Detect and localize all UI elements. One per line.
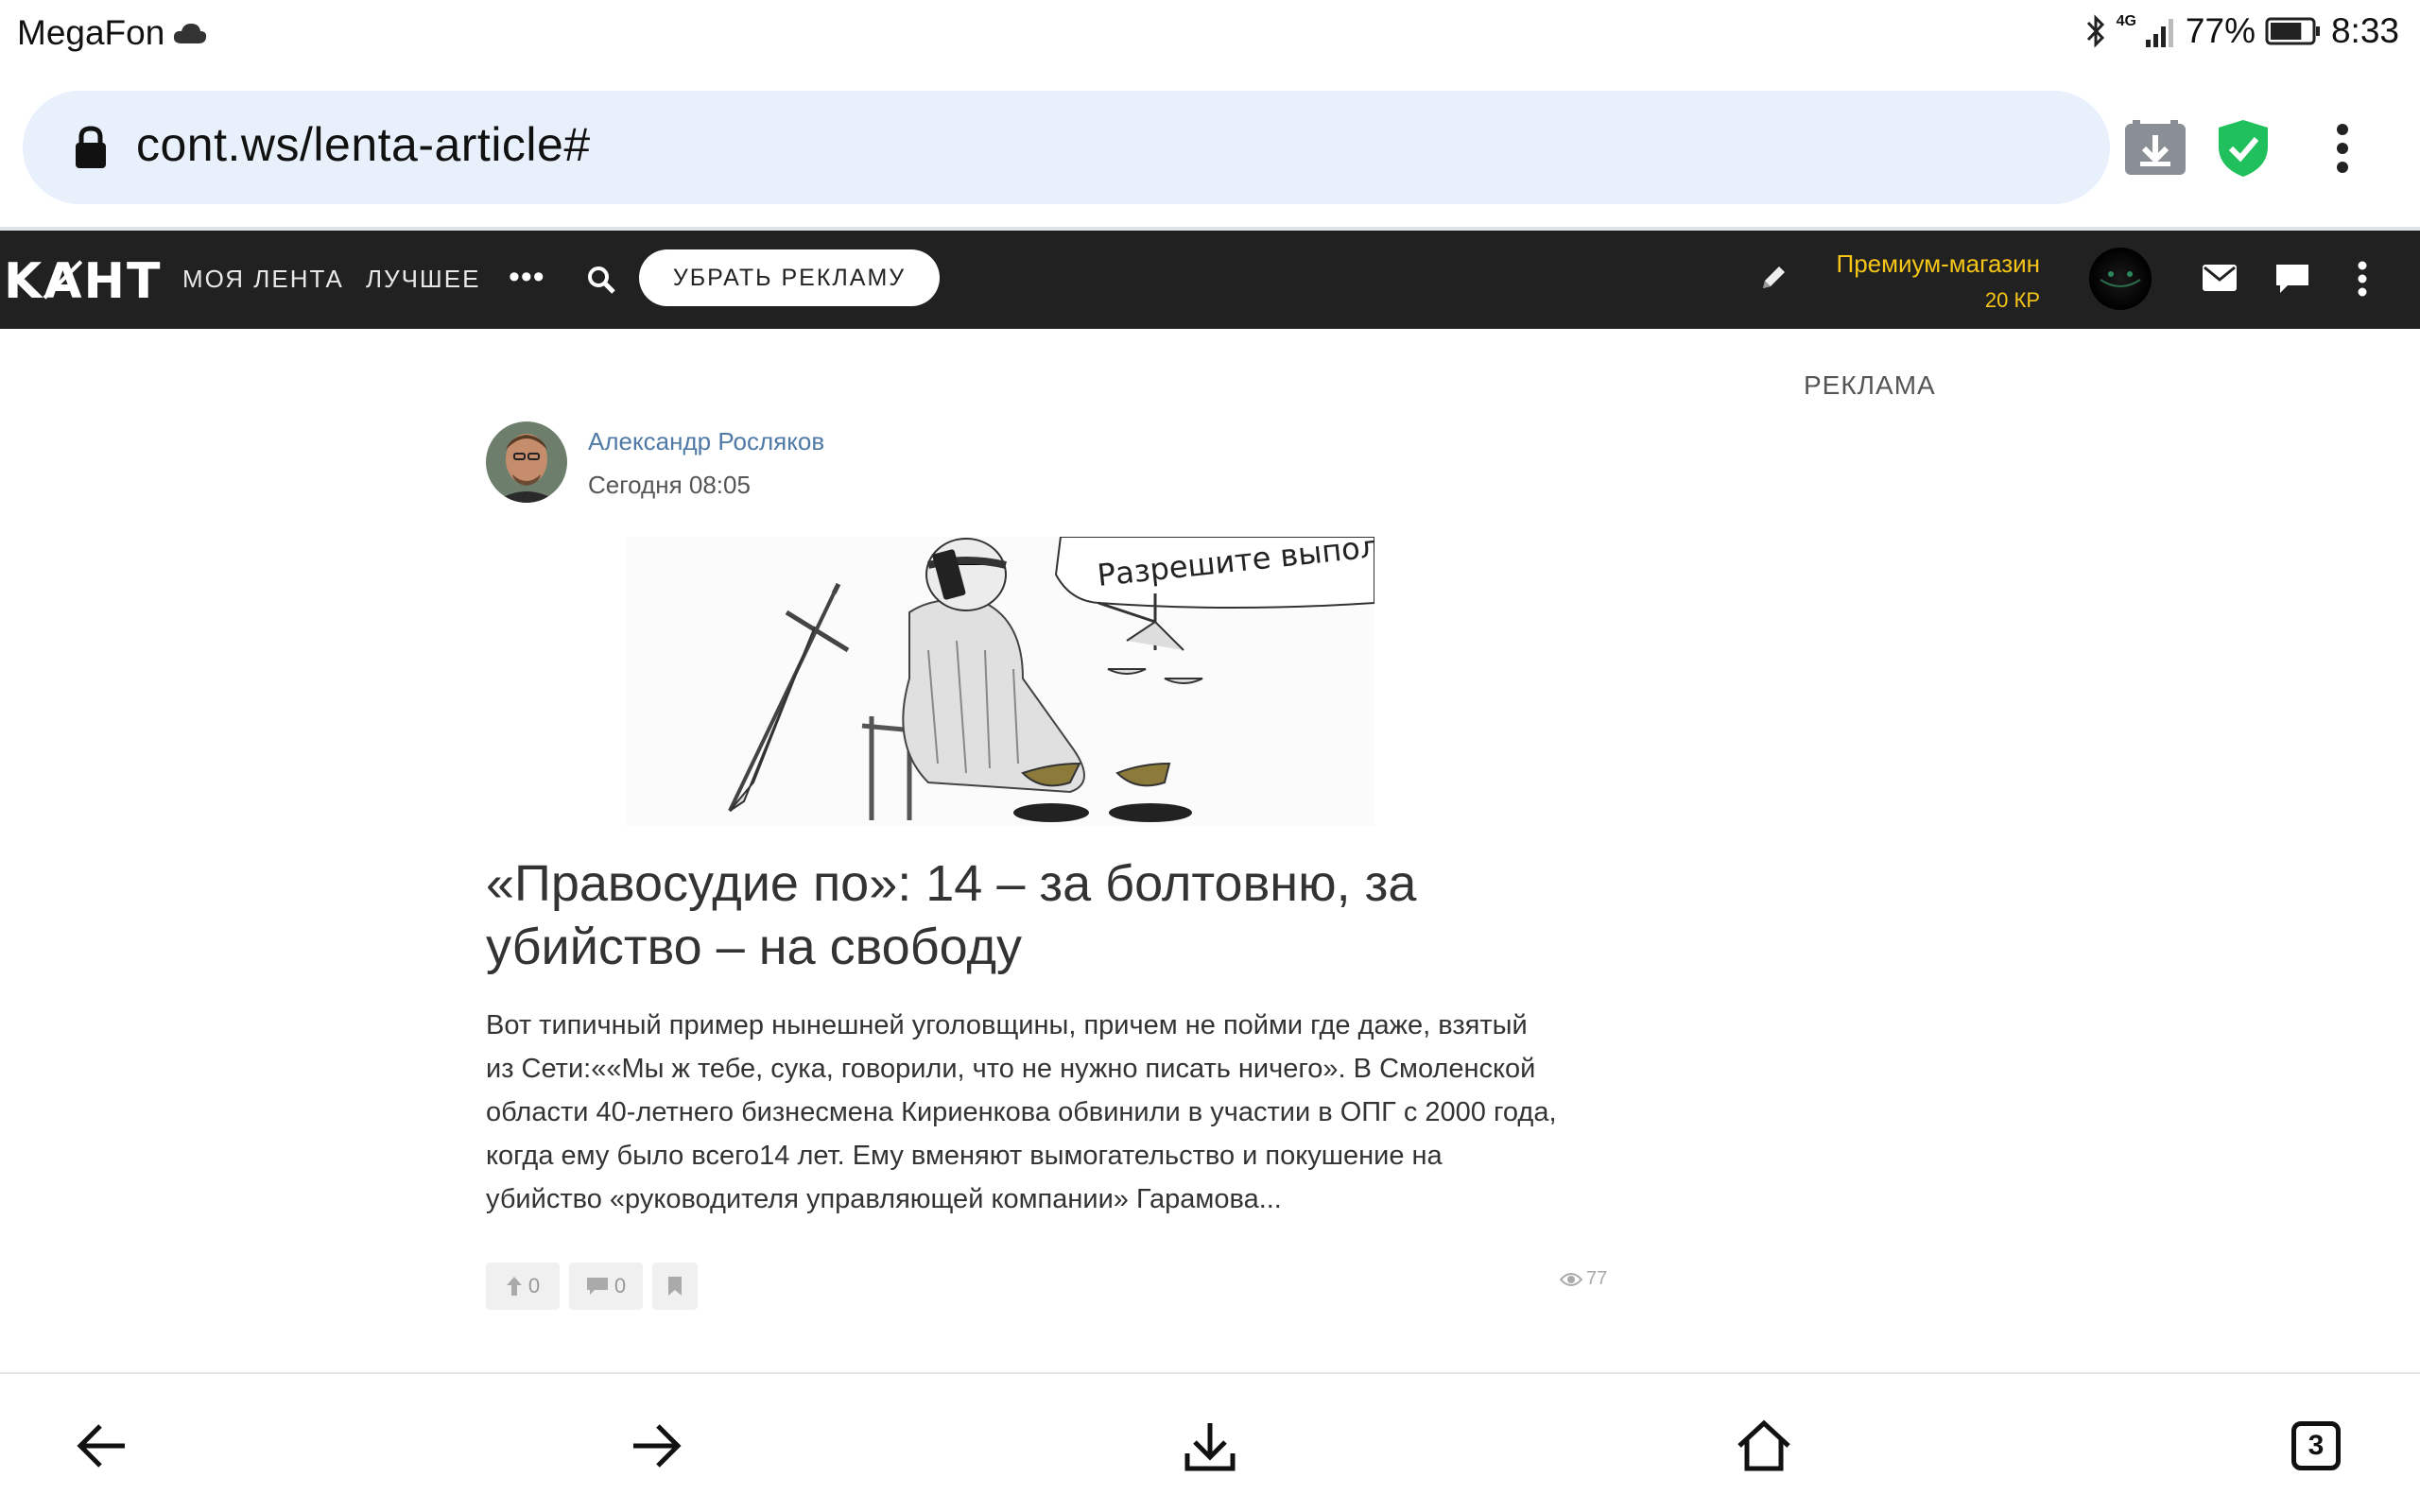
signal-icon <box>2145 19 2173 47</box>
article-title[interactable]: «Правосудие по»: 14 – за болтовню, за уб… <box>486 852 1620 979</box>
excerpt-line: когда ему было всего14 лет. Ему вменяют … <box>486 1141 1443 1171</box>
browser-toolbar <box>0 115 2420 181</box>
carrier: MegaFon <box>17 13 208 53</box>
excerpt-line: из Сети:««Мы ж тебе, сука, говорили, что… <box>486 1054 1536 1084</box>
author-avatar[interactable] <box>486 421 567 503</box>
bookmark-button[interactable] <box>652 1263 698 1310</box>
article-actions: 0 0 <box>486 1263 698 1310</box>
article-excerpt: Вот типичный пример нынешней уголовщины,… <box>486 1004 1620 1221</box>
site-header: KȺHT МОЯ ЛЕНТА ЛУЧШЕЕ ••• УБРАТЬ РЕКЛАМУ… <box>0 231 2420 329</box>
article-image[interactable]: Разрешите выполнять! <box>626 537 1374 826</box>
chat-icon[interactable] <box>2274 263 2310 295</box>
nav-best[interactable]: ЛУЧШЕЕ <box>366 265 480 294</box>
ad-label: РЕКЛАМА <box>1804 370 1936 400</box>
views-counter: 77 <box>1560 1268 1607 1290</box>
header-more-icon[interactable] <box>2358 261 2367 297</box>
post-date: Сегодня 08:05 <box>588 471 751 499</box>
user-avatar[interactable] <box>2089 248 2152 310</box>
upvote-button[interactable]: 0 <box>486 1263 560 1310</box>
comments-button[interactable]: 0 <box>569 1263 643 1310</box>
download-arrow-icon <box>1184 1423 1236 1471</box>
arrow-left-icon <box>77 1424 125 1468</box>
shield-check-icon[interactable] <box>2210 115 2276 181</box>
browser-bottom-nav: 3 <box>0 1374 2420 1512</box>
excerpt-line: Вот типичный пример нынешней уголовщины,… <box>486 1010 1528 1040</box>
cloud-icon <box>174 24 207 43</box>
author-name-link[interactable]: Александр Росляков <box>588 427 824 456</box>
clock: 8:33 <box>2330 11 2399 50</box>
arrow-up-icon <box>506 1277 522 1296</box>
home-icon <box>1737 1419 1790 1471</box>
forward-button[interactable] <box>626 1416 686 1476</box>
pencil-icon[interactable] <box>1758 263 1789 293</box>
downloads-button[interactable] <box>1180 1416 1240 1476</box>
excerpt-line: области 40-летнего бизнесмена Кириенкова… <box>486 1097 1557 1127</box>
network-label: 4G <box>2116 13 2136 29</box>
views-count: 77 <box>1586 1268 1608 1289</box>
excerpt-line: убийство «руководителя управляющей компа… <box>486 1184 1282 1214</box>
comment-icon <box>586 1278 608 1295</box>
tabs-count: 3 <box>2291 1421 2341 1470</box>
site-logo[interactable]: KȺHT <box>4 253 163 310</box>
search-icon[interactable] <box>586 265 616 295</box>
back-button[interactable] <box>72 1416 132 1476</box>
status-icons: 4G 77% 8:33 <box>2084 11 2399 51</box>
status-bar: MegaFon 4G 77% 8:33 <box>0 0 2420 74</box>
home-button[interactable] <box>1734 1416 1794 1476</box>
remove-ads-button[interactable]: УБРАТЬ РЕКЛАМУ <box>639 249 940 306</box>
battery-icon <box>2265 17 2320 45</box>
nav-my-feed[interactable]: МОЯ ЛЕНТА <box>182 265 344 294</box>
mail-icon[interactable] <box>2203 265 2237 291</box>
eye-icon <box>1560 1272 1582 1286</box>
bookmark-icon <box>668 1277 682 1296</box>
comment-count: 0 <box>614 1274 627 1297</box>
premium-store-label: Премиум-магазин <box>1836 249 2040 278</box>
more-vert-icon[interactable] <box>2314 115 2371 181</box>
premium-store-link[interactable]: Премиум-магазин 20 КР <box>1837 249 2040 313</box>
bluetooth-icon <box>2086 14 2104 48</box>
arrow-right-icon <box>633 1424 682 1468</box>
upvote-count: 0 <box>527 1274 541 1297</box>
carrier-name: MegaFon <box>17 13 165 52</box>
tabs-button[interactable]: 3 <box>2286 1416 2346 1476</box>
nav-more-button[interactable]: ••• <box>509 259 545 296</box>
premium-balance: 20 КР <box>1984 288 2040 312</box>
download-icon[interactable] <box>2118 115 2193 181</box>
battery-percent: 77% <box>2185 11 2256 50</box>
